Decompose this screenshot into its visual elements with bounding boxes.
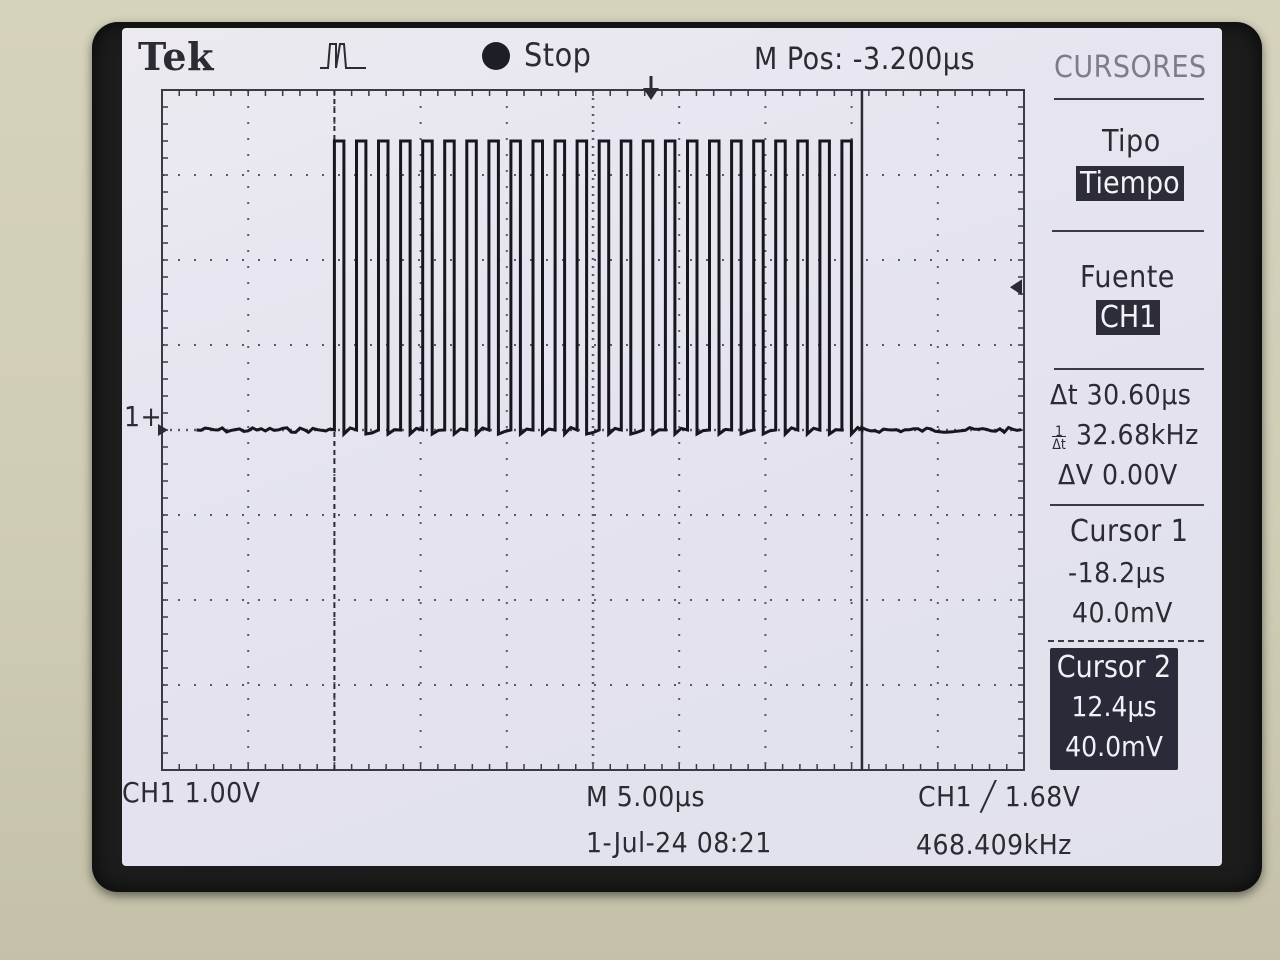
type-value[interactable]: Tiempo [1076, 166, 1184, 201]
cursor2-title: Cursor 2 [1056, 650, 1172, 685]
cursor2-volt: 40.0mV [1065, 730, 1163, 763]
timebase: M 5.00µs [586, 780, 705, 813]
cursor2-panel[interactable]: Cursor 2 12.4µs 40.0mV [1050, 648, 1178, 770]
oscilloscope-screen: Tek Stop M Pos: -3.200µs CURSORES 1+ Tip… [122, 28, 1222, 866]
ch1-scale: CH1 1.00V [122, 776, 261, 809]
frequency-readout: 32.68kHz [1076, 418, 1199, 451]
trigger-frequency: 468.409kHz [916, 828, 1072, 861]
menu-divider [1052, 230, 1204, 232]
cursor1-title[interactable]: Cursor 1 [1070, 514, 1188, 549]
cursor1-time: -18.2µs [1068, 556, 1166, 589]
date-time: 1-Jul-24 08:21 [586, 826, 772, 859]
source-label: Fuente [1080, 260, 1175, 295]
delta-t-readout: Δt 30.60µs [1050, 378, 1192, 411]
ch1-waveform [196, 139, 1022, 438]
cursor1-volt: 40.0mV [1072, 596, 1173, 629]
type-label: Tipo [1102, 124, 1161, 159]
delta-v-readout: ΔV 0.00V [1058, 458, 1178, 491]
menu-divider [1048, 640, 1204, 642]
source-value[interactable]: CH1 [1096, 300, 1161, 335]
trigger-level: CH1 ╱ 1.68V [918, 780, 1081, 813]
menu-divider [1054, 368, 1204, 370]
menu-divider [1050, 504, 1204, 506]
trigger-level-arrow [1010, 279, 1022, 296]
inverse-delta-t-icon: 1 Δt [1052, 424, 1066, 453]
cursor2-time: 12.4µs [1071, 690, 1157, 723]
menu-divider [1054, 98, 1204, 100]
ch1-ground-marker: 1+ [124, 400, 163, 433]
